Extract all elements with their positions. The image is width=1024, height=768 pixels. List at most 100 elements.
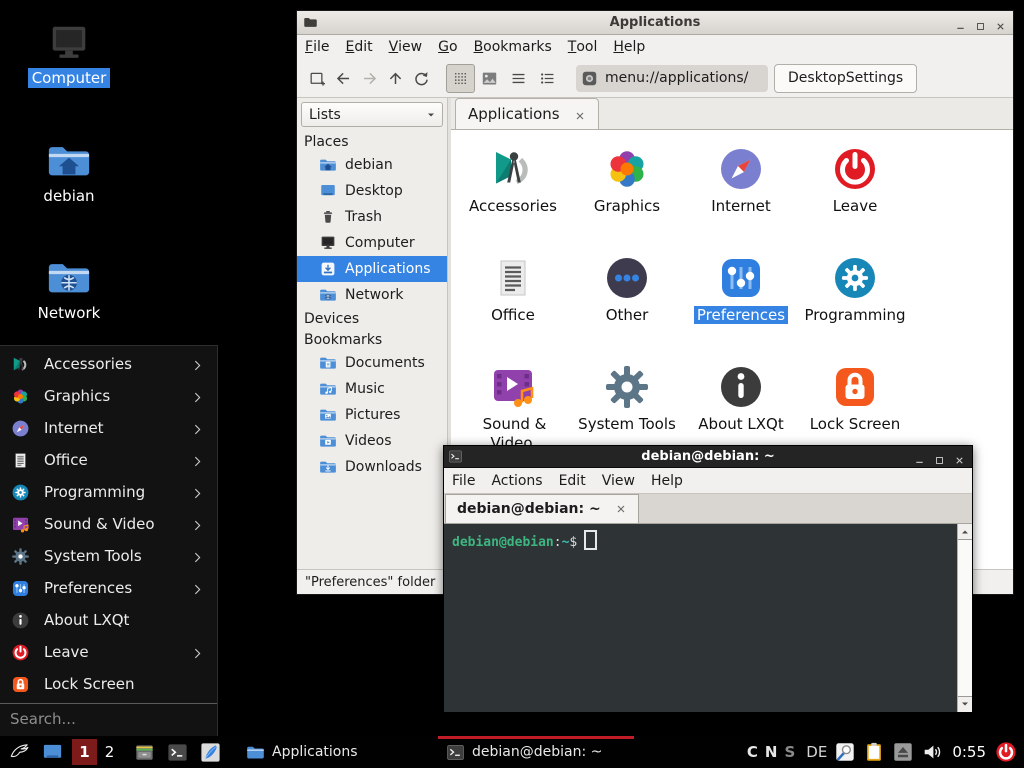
fm-titlebar[interactable]: Applications xyxy=(297,11,1013,35)
volume-icon[interactable] xyxy=(921,741,943,763)
desktop-icon-debian[interactable]: debian xyxy=(21,138,117,206)
sidebar-item-computer[interactable]: Computer xyxy=(297,230,447,256)
sidebar-item-downloads[interactable]: Downloads xyxy=(297,454,447,480)
sidebar-item-documents[interactable]: Documents xyxy=(297,350,447,376)
new-tab-button[interactable] xyxy=(304,65,330,91)
tab-applications[interactable]: Applications xyxy=(455,98,599,129)
terminal-titlebar[interactable]: debian@debian: ~ xyxy=(444,446,972,468)
folder-item-programming[interactable]: Programming xyxy=(798,251,912,360)
sidebar-item-debian[interactable]: debian xyxy=(297,152,447,178)
show-desktop-button[interactable] xyxy=(40,740,64,764)
system-tray: CNSDE0:55 xyxy=(747,741,1024,763)
pager-desktop-1[interactable]: 1 xyxy=(72,739,97,765)
terminal-tab[interactable]: debian@debian: ~ xyxy=(445,494,639,523)
pager-desktop-2[interactable]: 2 xyxy=(97,739,122,765)
terminal-scrollbar[interactable] xyxy=(957,524,972,712)
task-debian-debian[interactable]: debian@debian: ~ xyxy=(436,736,636,768)
folder-item-office[interactable]: Office xyxy=(456,251,570,360)
tab-close-icon[interactable] xyxy=(574,108,586,120)
menu-item-office[interactable]: Office xyxy=(0,444,217,476)
clock[interactable]: 0:55 xyxy=(952,743,986,761)
screenshot-tray-icon[interactable] xyxy=(834,741,856,763)
back-button[interactable] xyxy=(330,65,356,91)
scroll-up-icon[interactable] xyxy=(959,526,971,538)
menu-bookmarks[interactable]: Bookmarks xyxy=(466,35,560,59)
menu-item-label: Sound & Video xyxy=(44,515,155,533)
menu-item-leave[interactable]: Leave xyxy=(0,636,217,668)
menu-item-system-tools[interactable]: System Tools xyxy=(0,540,217,572)
qterminal-icon xyxy=(166,741,189,764)
terminal-launcher[interactable] xyxy=(165,740,189,764)
desktop-settings-button[interactable]: DesktopSettings xyxy=(774,64,917,93)
menu-actions[interactable]: Actions xyxy=(483,468,550,493)
menu-help[interactable]: Help xyxy=(605,35,653,59)
fm-maximize-button[interactable] xyxy=(975,17,986,28)
sidebar-item-videos[interactable]: Videos xyxy=(297,428,447,454)
menu-help[interactable]: Help xyxy=(643,468,691,493)
lxqt-bird-icon xyxy=(7,741,30,764)
address-bar[interactable]: menu://applications/ xyxy=(576,65,768,92)
menu-item-internet[interactable]: Internet xyxy=(0,412,217,444)
main-menu-button[interactable] xyxy=(6,740,30,764)
sidebar-item-applications[interactable]: Applications xyxy=(297,256,447,282)
folder-item-leave[interactable]: Leave xyxy=(798,142,912,251)
scroll-down-icon[interactable] xyxy=(959,698,971,710)
terminal-minimize-button[interactable] xyxy=(914,451,925,462)
menu-item-programming[interactable]: Programming xyxy=(0,476,217,508)
menu-edit[interactable]: Edit xyxy=(337,35,380,59)
menu-view[interactable]: View xyxy=(594,468,643,493)
folder-item-graphics[interactable]: Graphics xyxy=(570,142,684,251)
reload-button[interactable] xyxy=(408,65,434,91)
desktop-icon-computer[interactable]: Computer xyxy=(21,20,117,88)
clipboard-tray-icon[interactable] xyxy=(863,741,885,763)
terminal-close-button[interactable] xyxy=(954,451,965,462)
removable-media-icon[interactable] xyxy=(892,741,914,763)
menu-file[interactable]: File xyxy=(444,468,483,493)
power-button[interactable] xyxy=(995,741,1017,763)
folder-item-accessories[interactable]: Accessories xyxy=(456,142,570,251)
menu-edit[interactable]: Edit xyxy=(551,468,594,493)
scrollbar-thumb[interactable] xyxy=(958,539,972,697)
featherpad-launcher[interactable] xyxy=(198,740,222,764)
folder-item-internet[interactable]: Internet xyxy=(684,142,798,251)
sidebar-item-desktop[interactable]: Desktop xyxy=(297,178,447,204)
menu-file[interactable]: File xyxy=(297,35,337,59)
file-manager-launcher[interactable] xyxy=(132,740,156,764)
menu-item-accessories[interactable]: Accessories xyxy=(0,348,217,380)
sidebar-mode-selector[interactable]: Lists xyxy=(301,102,443,127)
sidebar-item-network[interactable]: Network xyxy=(297,282,447,308)
terminal-tab-close-icon[interactable] xyxy=(615,503,627,515)
keyboard-layout-indicator[interactable]: DE xyxy=(806,743,827,761)
sidebar-item-music[interactable]: Music xyxy=(297,376,447,402)
sidebar-item-pictures[interactable]: Pictures xyxy=(297,402,447,428)
sidebar-item-trash[interactable]: Trash xyxy=(297,204,447,230)
icon-view-button[interactable] xyxy=(446,64,475,93)
compact-view-button[interactable] xyxy=(504,64,533,93)
sidebar-item-label: Trash xyxy=(345,209,382,225)
detailed-view-button[interactable] xyxy=(533,64,562,93)
menu-search-input[interactable]: Search... xyxy=(0,703,217,733)
folder-item-preferences[interactable]: Preferences xyxy=(684,251,798,360)
terminal-output[interactable]: debian@debian:~$ xyxy=(444,524,972,712)
menu-item-lock-screen[interactable]: Lock Screen xyxy=(0,668,217,700)
menu-view[interactable]: View xyxy=(381,35,431,59)
folder-item-other[interactable]: Other xyxy=(570,251,684,360)
task-applications[interactable]: Applications xyxy=(236,736,436,768)
menu-item-label: Graphics xyxy=(44,387,110,405)
fm-minimize-button[interactable] xyxy=(955,17,966,28)
menu-item-sound-video[interactable]: Sound & Video xyxy=(0,508,217,540)
desktop-icon-network[interactable]: Network xyxy=(21,255,117,323)
menu-go[interactable]: Go xyxy=(430,35,465,59)
chevron-right-icon xyxy=(191,518,204,531)
terminal-maximize-button[interactable] xyxy=(934,451,945,462)
keyboard-indicator-s: S xyxy=(784,743,795,761)
forward-button[interactable] xyxy=(356,65,382,91)
menu-item-graphics[interactable]: Graphics xyxy=(0,380,217,412)
menu-tool[interactable]: Tool xyxy=(560,35,606,59)
menu-item-about-lxqt[interactable]: About LXQt xyxy=(0,604,217,636)
detailed-view-icon xyxy=(538,69,557,88)
thumbnail-view-button[interactable] xyxy=(475,64,504,93)
fm-close-button[interactable] xyxy=(995,17,1006,28)
menu-item-preferences[interactable]: Preferences xyxy=(0,572,217,604)
up-button[interactable] xyxy=(382,65,408,91)
